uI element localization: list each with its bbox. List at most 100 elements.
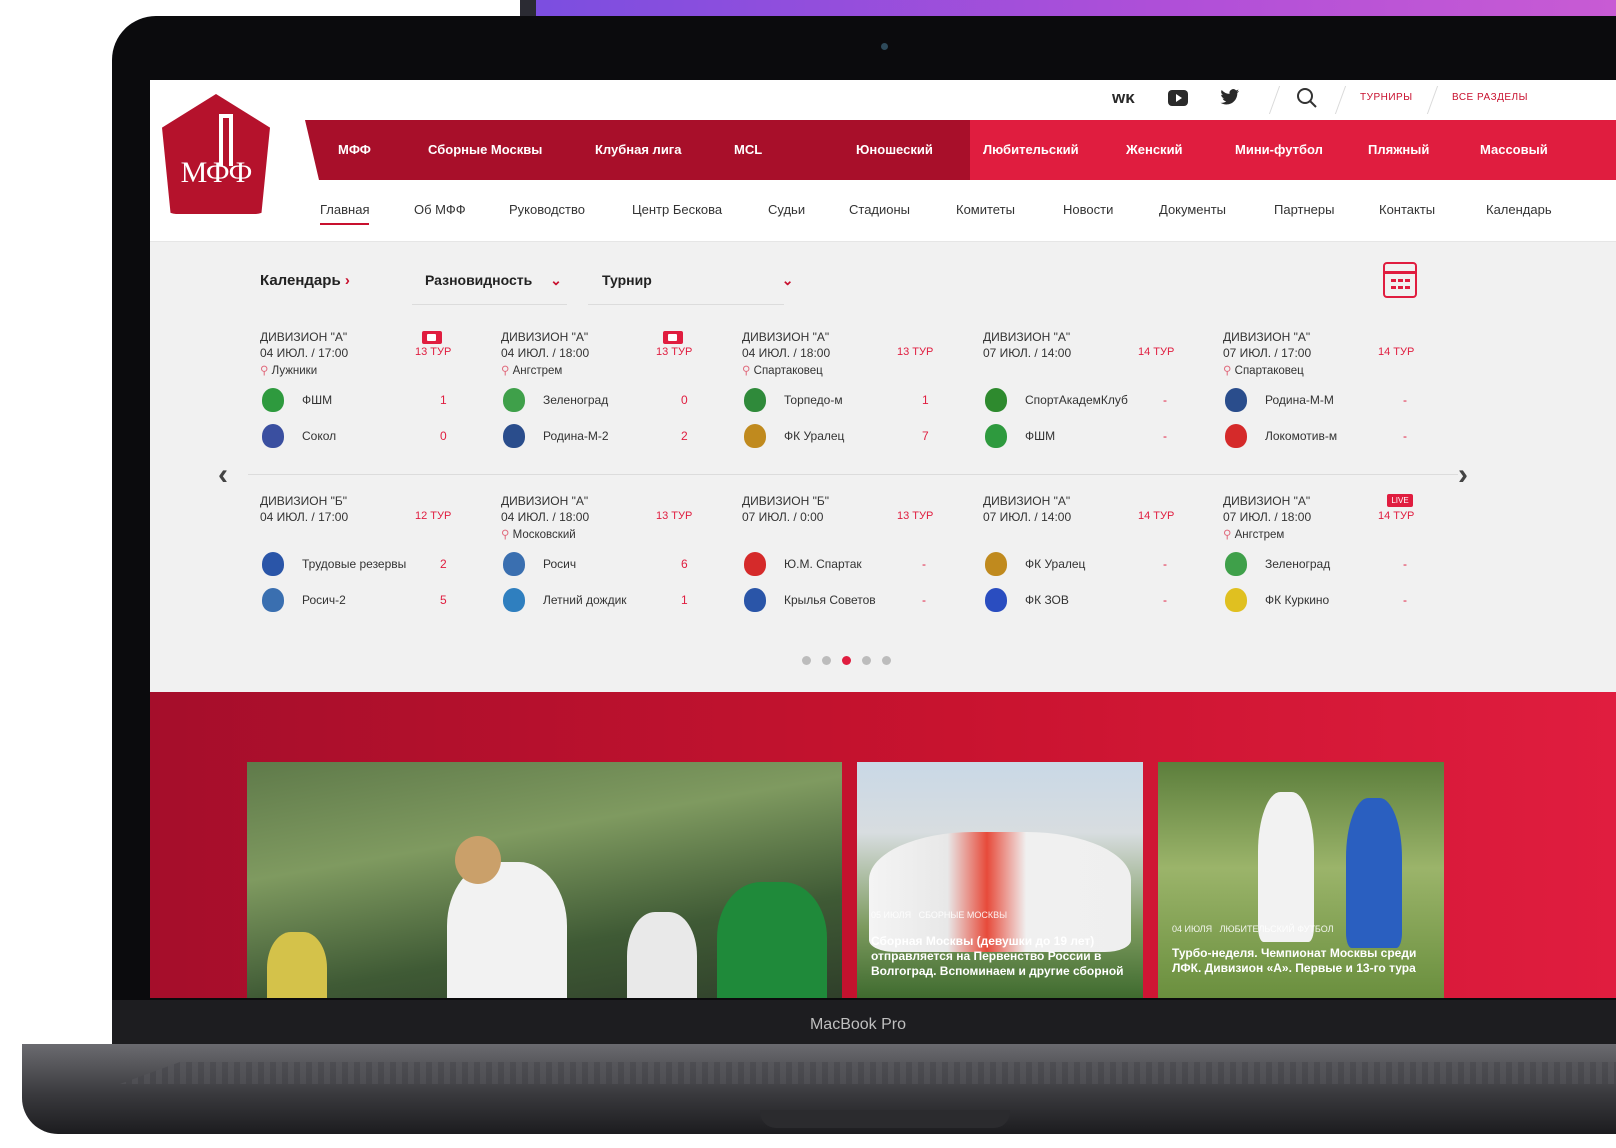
carousel-prev-button[interactable]: ‹: [218, 458, 228, 492]
club-crest-icon: [1225, 388, 1247, 412]
match-card[interactable]: ДИВИЗИОН "А" 04 ИЮЛ. / 18:00 ⚲ Спартаковец…: [742, 330, 972, 470]
team-name: Ю.М. Спартак: [784, 557, 862, 571]
video-icon[interactable]: [663, 331, 683, 344]
news-card-photo[interactable]: 05 июля СБОРНЫЕ МОСКВЫ Сборная Москвы (д…: [857, 762, 1143, 998]
pagination-dot[interactable]: [882, 656, 891, 665]
video-icon[interactable]: [422, 331, 442, 344]
match-card[interactable]: ДИВИЗИОН "А" 04 ИЮЛ. / 17:00 ⚲ Лужники 13 Т…: [260, 330, 490, 470]
match-card[interactable]: ДИВИЗИОН "А" 07 ИЮЛ. / 14:00 14 ТУР ФК Урал…: [983, 494, 1213, 634]
match-card[interactable]: ДИВИЗИОН "А" 07 ИЮЛ. / 14:00 14 ТУР СпортАк…: [983, 330, 1213, 470]
subnav-item-referees[interactable]: Судьи: [768, 202, 805, 217]
team-row[interactable]: Росич-2 5: [260, 588, 490, 612]
carousel-next-button[interactable]: ›: [1458, 458, 1468, 492]
team-name: Летний дождик: [543, 593, 627, 607]
team-score: -: [1163, 393, 1167, 407]
team-row[interactable]: Трудовые резервы 2: [260, 552, 490, 576]
team-row[interactable]: ФК Уралец 7: [742, 424, 972, 448]
match-card[interactable]: ДИВИЗИОН "Б" 04 ИЮЛ. / 17:00 12 ТУР Трудовы…: [260, 494, 490, 634]
calendar-title[interactable]: Календарь ›: [260, 272, 350, 289]
subnav-item-news[interactable]: Новости: [1063, 202, 1113, 217]
subnav-item-about[interactable]: Об МФФ: [414, 202, 466, 217]
team-row[interactable]: Родина-М-2 2: [501, 424, 731, 448]
filter-underline: [588, 304, 784, 305]
team-row[interactable]: Локомотив-м -: [1223, 424, 1453, 448]
nav-item-mass[interactable]: Массовый: [1480, 142, 1548, 157]
subnav-item-committees[interactable]: Комитеты: [956, 202, 1015, 217]
team-row[interactable]: ФШМ 1: [260, 388, 490, 412]
match-tour: 13 ТУР: [897, 510, 934, 522]
subnav-item-stadiums[interactable]: Стадионы: [849, 202, 910, 217]
nav-item-youth[interactable]: Юношеский: [856, 142, 933, 157]
vk-icon[interactable]: ᴡᴋ: [1112, 88, 1135, 108]
news-card-photo-large[interactable]: [247, 762, 842, 998]
keyboard-edge: [120, 1062, 1616, 1084]
nav-item-women[interactable]: Женский: [1126, 142, 1183, 157]
match-venue: ⚲ Спартаковец: [742, 365, 823, 377]
team-row[interactable]: Летний дождик 1: [501, 588, 731, 612]
match-time: 07 ИЮЛ. / 14:00: [983, 346, 1072, 360]
pagination-dot[interactable]: [822, 656, 831, 665]
team-row[interactable]: Крылья Советов -: [742, 588, 972, 612]
tournaments-link[interactable]: ТУРНИРЫ: [1360, 92, 1413, 103]
team-score: -: [1403, 429, 1407, 443]
match-division: ДИВИЗИОН "А": [501, 494, 589, 508]
match-card[interactable]: ДИВИЗИОН "А" 04 ИЮЛ. / 18:00 ⚲ Московский 1…: [501, 494, 731, 634]
nav-item-beach[interactable]: Пляжный: [1368, 142, 1429, 157]
team-row[interactable]: ФК Уралец -: [983, 552, 1213, 576]
subnav-item-home[interactable]: Главная: [320, 202, 370, 225]
match-card[interactable]: ДИВИЗИОН "Б" 07 ИЮЛ. / 0:00 13 ТУР Ю.М. Спа…: [742, 494, 972, 634]
laptop-mockup: ᴡᴋ ТУРНИРЫ ВСЕ РАЗДЕЛЫ МФФ Сборные Москв…: [0, 0, 1616, 1148]
nav-item-amateur[interactable]: Любительский: [983, 142, 1079, 157]
youtube-icon[interactable]: [1168, 90, 1188, 110]
nav-item-futsal[interactable]: Мини-футбол: [1235, 142, 1323, 157]
team-row[interactable]: Зеленоград -: [1223, 552, 1453, 576]
club-crest-icon: [985, 552, 1007, 576]
nav-item-mcl[interactable]: MCL: [734, 142, 762, 157]
team-name: Трудовые резервы: [302, 557, 407, 571]
team-name: ФК Уралец: [784, 429, 845, 443]
team-row[interactable]: СпортАкадемКлуб -: [983, 388, 1213, 412]
club-crest-icon: [985, 424, 1007, 448]
team-name: ФК Уралец: [1025, 557, 1086, 571]
news-card-photo[interactable]: 04 июля ЛЮБИТЕЛЬСКИЙ ФУТБОЛ Турбо-неделя…: [1158, 762, 1444, 998]
subnav-item-beskov-center[interactable]: Центр Бескова: [632, 202, 722, 217]
device-model-label: MacBook Pro: [809, 1016, 907, 1033]
match-card[interactable]: ДИВИЗИОН "А" 04 ИЮЛ. / 18:00 ⚲ Ангстрем 13 …: [501, 330, 731, 470]
nav-item-moscow-teams[interactable]: Сборные Москвы: [428, 142, 542, 157]
news-title[interactable]: Турбо-неделя. Чемпионат Москвы среди ЛФК…: [1172, 946, 1432, 976]
subnav-item-partners[interactable]: Партнеры: [1274, 202, 1334, 217]
team-score: -: [1403, 593, 1407, 607]
subnav-item-leadership[interactable]: Руководство: [509, 202, 585, 217]
filter-tournament-select[interactable]: Турнир ⌄: [602, 272, 794, 289]
subnav-item-contacts[interactable]: Контакты: [1379, 202, 1435, 217]
calendar-icon[interactable]: [1383, 262, 1417, 298]
team-row[interactable]: Росич 6: [501, 552, 731, 576]
team-row[interactable]: Сокол 0: [260, 424, 490, 448]
live-badge: LIVE: [1387, 494, 1413, 507]
all-sections-link[interactable]: ВСЕ РАЗДЕЛЫ: [1452, 92, 1528, 103]
search-icon[interactable]: [1296, 87, 1318, 114]
match-tour: 13 ТУР: [897, 346, 934, 358]
separator: [1268, 86, 1281, 114]
pagination-dot[interactable]: [862, 656, 871, 665]
team-row[interactable]: ФК Куркино -: [1223, 588, 1453, 612]
subnav-item-documents[interactable]: Документы: [1159, 202, 1226, 217]
team-row[interactable]: Торпедо-м 1: [742, 388, 972, 412]
match-card[interactable]: ДИВИЗИОН "А" 07 ИЮЛ. / 17:00 ⚲ Спартаковец…: [1223, 330, 1453, 470]
filter-kind-select[interactable]: Разновидность ⌄: [425, 272, 562, 289]
twitter-icon[interactable]: [1220, 89, 1240, 111]
team-row[interactable]: Зеленоград 0: [501, 388, 731, 412]
team-row[interactable]: Родина-М-М -: [1223, 388, 1453, 412]
pagination-dot[interactable]: [802, 656, 811, 665]
match-card[interactable]: ДИВИЗИОН "А" 07 ИЮЛ. / 18:00 ⚲ Ангстрем LIV…: [1223, 494, 1453, 634]
team-row[interactable]: ФК ЗОВ -: [983, 588, 1213, 612]
website-screen: ᴡᴋ ТУРНИРЫ ВСЕ РАЗДЕЛЫ МФФ Сборные Москв…: [150, 80, 1616, 998]
pagination-dot-active[interactable]: [842, 656, 851, 665]
team-row[interactable]: ФШМ -: [983, 424, 1213, 448]
nav-item-mff[interactable]: МФФ: [338, 142, 371, 157]
subnav-item-calendar[interactable]: Календарь: [1486, 202, 1552, 217]
team-name: Родина-М-2: [543, 429, 609, 443]
team-row[interactable]: Ю.М. Спартак -: [742, 552, 972, 576]
nav-item-club-league[interactable]: Клубная лига: [595, 142, 681, 157]
news-title[interactable]: Сборная Москвы (девушки до 19 лет) отпра…: [871, 934, 1131, 979]
